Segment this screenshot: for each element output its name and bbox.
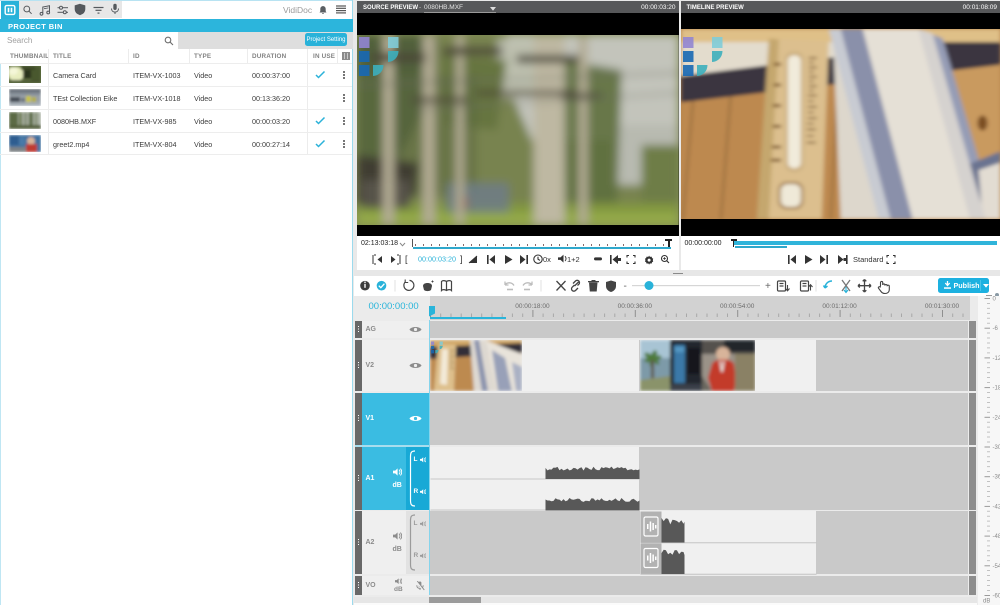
svg-text:-: - <box>623 281 626 292</box>
svg-text:+: + <box>765 281 771 292</box>
svg-text:0x: 0x <box>543 255 551 264</box>
svg-text:[: [ <box>405 254 408 264</box>
svg-text:]: ] <box>460 254 463 264</box>
svg-text:1+2: 1+2 <box>567 255 580 264</box>
svg-text:Standard: Standard <box>853 255 883 264</box>
svg-text:00:00:03:20: 00:00:03:20 <box>418 255 456 264</box>
